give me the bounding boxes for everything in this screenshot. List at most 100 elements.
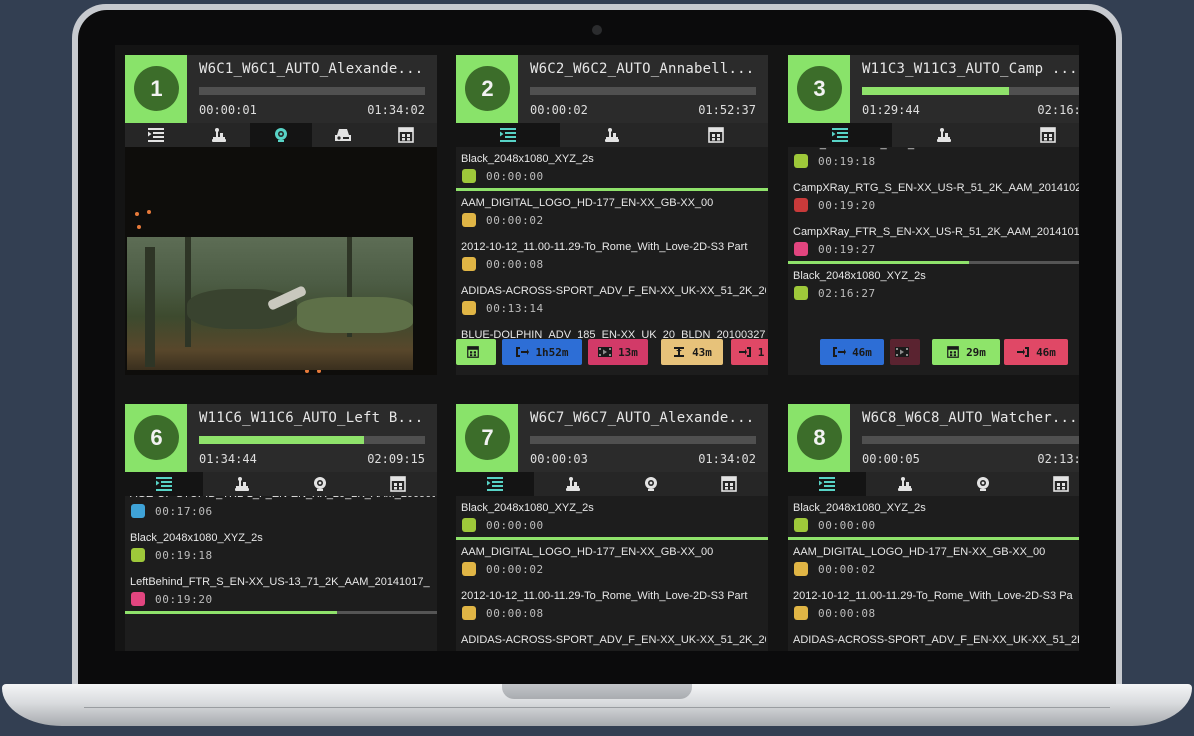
total-time: 02:16:2 xyxy=(1037,103,1079,117)
playlist-icon xyxy=(486,476,504,492)
playlist-item[interactable]: ADIDAS-ACROSS-SPORT_ADV_F_EN-XX_UK-XX_51… xyxy=(456,628,768,651)
tab-calendar[interactable] xyxy=(690,472,768,496)
playlist-item[interactable]: CampXRay_FTR_S_EN-XX_US-R_51_2K_AAM_2014… xyxy=(788,220,1079,264)
duration-label: 43m xyxy=(692,345,712,359)
playlist[interactable]: AGE-OF-STUPID_TRL-1_F_EN-EN_XX_20_2K_AAM… xyxy=(125,496,437,651)
automation-icon xyxy=(233,476,251,492)
screen-number-box[interactable]: 6 xyxy=(125,404,187,472)
playlist-item[interactable]: 2012-10-12_11.00-11.29-To_Rome_With_Love… xyxy=(788,584,1079,628)
calendar-button[interactable] xyxy=(456,339,496,365)
panel-tabbar xyxy=(788,472,1079,496)
playlist[interactable]: Black_2048x1080_XYZ_2s 00:00:00 AAM_DIGITA… xyxy=(788,496,1079,651)
bracket-out-button[interactable]: 46m xyxy=(1004,339,1068,365)
tab-automation[interactable] xyxy=(560,123,664,147)
tab-calendar[interactable] xyxy=(359,472,437,496)
playlist-item[interactable]: Black_2048x1080_XYZ_2s 00:00:00 xyxy=(788,496,1079,540)
playlist-item[interactable]: CampXRay_RTG_S_EN-XX_US-R_51_2K_AAM_2014… xyxy=(788,176,1079,220)
clip-start-time: 00:00:08 xyxy=(486,607,544,620)
clip-name: 2012-10-12_11.00-11.29-To_Rome_With_Love… xyxy=(793,590,1073,602)
clip-type-swatch xyxy=(794,242,808,256)
clip-type-swatch xyxy=(794,606,808,620)
playlist-item[interactable]: Black_2048x1080_XYZ_2s 00:00:00 xyxy=(456,147,768,191)
playlist-item[interactable]: ADIDAS-ACROSS-SPORT_ADV_F_EN-XX_UK-XX_51… xyxy=(456,279,768,323)
tab-automation[interactable] xyxy=(187,123,249,147)
panel-header: 6 W11C6_W11C6_AUTO_Left B... 01:34:44 02:09… xyxy=(125,404,437,472)
tab-playlist[interactable] xyxy=(125,472,203,496)
laptop-notch xyxy=(502,684,692,699)
preview-light xyxy=(137,225,141,229)
playlist[interactable]: Black_2048x1080_XYZ_2s 00:00:00 AAM_DIGITA… xyxy=(456,496,768,651)
playlist-item[interactable]: Black_2048x1080_XYZ_2s 02:16:27 xyxy=(788,264,1079,308)
duration-label: 29m xyxy=(966,345,986,359)
film-button[interactable] xyxy=(890,339,920,365)
bracket-out-icon xyxy=(1016,346,1030,358)
webcam xyxy=(592,25,602,35)
tab-calendar[interactable] xyxy=(996,123,1079,147)
bracket-out-button[interactable]: 1 xyxy=(731,339,768,365)
tab-automation[interactable] xyxy=(534,472,612,496)
projector-icon xyxy=(334,127,352,143)
film-button[interactable]: 13m xyxy=(588,339,648,365)
tab-camera[interactable] xyxy=(944,472,1022,496)
video-preview[interactable] xyxy=(125,147,437,375)
clip-type-swatch xyxy=(131,504,145,518)
playlist-item[interactable]: 2012-10-12_11.00-11.29-To_Rome_With_Love… xyxy=(456,584,768,628)
screen-panel-1: 1 W6C1_W6C1_AUTO_Alexande... 00:00:01 01:34… xyxy=(125,55,437,375)
camera-icon xyxy=(311,476,329,492)
tab-projector[interactable] xyxy=(312,123,374,147)
tab-playlist[interactable] xyxy=(788,472,866,496)
panel-tabbar xyxy=(456,123,768,147)
tab-playlist[interactable] xyxy=(456,123,560,147)
screen-number-box[interactable]: 2 xyxy=(456,55,518,123)
screen-number-box[interactable]: 7 xyxy=(456,404,518,472)
playlist-item[interactable]: Black_2048x1080_XYZ_2s 00:19:18 xyxy=(788,147,1079,176)
bracket-in-button[interactable]: 46m xyxy=(820,339,884,365)
tab-calendar[interactable] xyxy=(664,123,768,147)
tab-camera[interactable] xyxy=(612,472,690,496)
playlist-item[interactable]: Black_2048x1080_XYZ_2s 00:19:18 xyxy=(125,526,437,570)
bracket-in-button[interactable]: 1h52m xyxy=(502,339,582,365)
screen-panel-3: 3 W11C3_W11C3_AUTO_Camp ... 01:29:44 02:16:… xyxy=(788,55,1079,375)
tab-camera[interactable] xyxy=(249,123,313,147)
tab-playlist[interactable] xyxy=(125,123,187,147)
clip-type-swatch xyxy=(462,518,476,532)
tab-automation[interactable] xyxy=(866,472,944,496)
playlist-item[interactable]: 2012-10-12_11.00-11.29-To_Rome_With_Love… xyxy=(456,235,768,279)
automation-icon xyxy=(564,476,582,492)
playback-progress-bar xyxy=(199,87,425,95)
show-title: W11C3_W11C3_AUTO_Camp ... xyxy=(862,61,1078,77)
playlist-item[interactable]: Black_2048x1080_XYZ_2s 00:00:00 xyxy=(456,496,768,540)
clip-name: ADIDAS-ACROSS-SPORT_ADV_F_EN-XX_UK-XX_51… xyxy=(461,634,766,646)
camera-icon xyxy=(642,476,660,492)
clip-name: AAM_DIGITAL_LOGO_HD-177_EN-XX_GB-XX_00 xyxy=(793,546,1046,558)
clip-start-time: 00:00:02 xyxy=(486,563,544,576)
clip-type-swatch xyxy=(462,301,476,315)
tab-calendar[interactable] xyxy=(1022,472,1079,496)
playlist-item[interactable]: AGE-OF-STUPID_TRL-1_F_EN-EN_XX_20_2K_AAM… xyxy=(125,496,437,526)
clip-type-swatch xyxy=(462,606,476,620)
tab-automation[interactable] xyxy=(892,123,996,147)
intermission-button[interactable]: 43m xyxy=(661,339,723,365)
clip-name: CampXRay_RTG_S_EN-XX_US-R_51_2K_AAM_2014… xyxy=(793,182,1079,194)
elapsed-time: 00:00:01 xyxy=(199,103,257,117)
tab-playlist[interactable] xyxy=(456,472,534,496)
duration-label: 46m xyxy=(852,345,872,359)
screen-number-box[interactable]: 8 xyxy=(788,404,850,472)
playlist-item[interactable]: AAM_DIGITAL_LOGO_HD-177_EN-XX_GB-XX_00 00… xyxy=(456,540,768,584)
tab-playlist[interactable] xyxy=(788,123,892,147)
clip-name: Black_2048x1080_XYZ_2s xyxy=(461,153,594,165)
tab-camera[interactable] xyxy=(281,472,359,496)
playlist-item[interactable]: AAM_DIGITAL_LOGO_HD-177_EN-XX_GB-XX_00 00… xyxy=(788,540,1079,584)
screen-number-box[interactable]: 1 xyxy=(125,55,187,123)
screen-number-box[interactable]: 3 xyxy=(788,55,850,123)
bracket-in-icon xyxy=(515,346,530,358)
calendar-button[interactable]: 29m xyxy=(932,339,1000,365)
playlist-item[interactable]: LeftBehind_FTR_S_EN-XX_US-13_71_2K_AAM_2… xyxy=(125,570,437,614)
clip-type-swatch xyxy=(462,213,476,227)
clip-name: AGE-OF-STUPID_TRL-1_F_EN-EN_XX_20_2K_AAM… xyxy=(130,496,435,500)
playlist-item[interactable]: AAM_DIGITAL_LOGO_HD-177_EN-XX_GB-XX_00 00… xyxy=(456,191,768,235)
elapsed-time: 00:00:03 xyxy=(530,452,588,466)
playlist-item[interactable]: ADIDAS-ACROSS-SPORT_ADV_F_EN-XX_UK-XX_51… xyxy=(788,628,1079,651)
tab-calendar[interactable] xyxy=(375,123,437,147)
tab-automation[interactable] xyxy=(203,472,281,496)
